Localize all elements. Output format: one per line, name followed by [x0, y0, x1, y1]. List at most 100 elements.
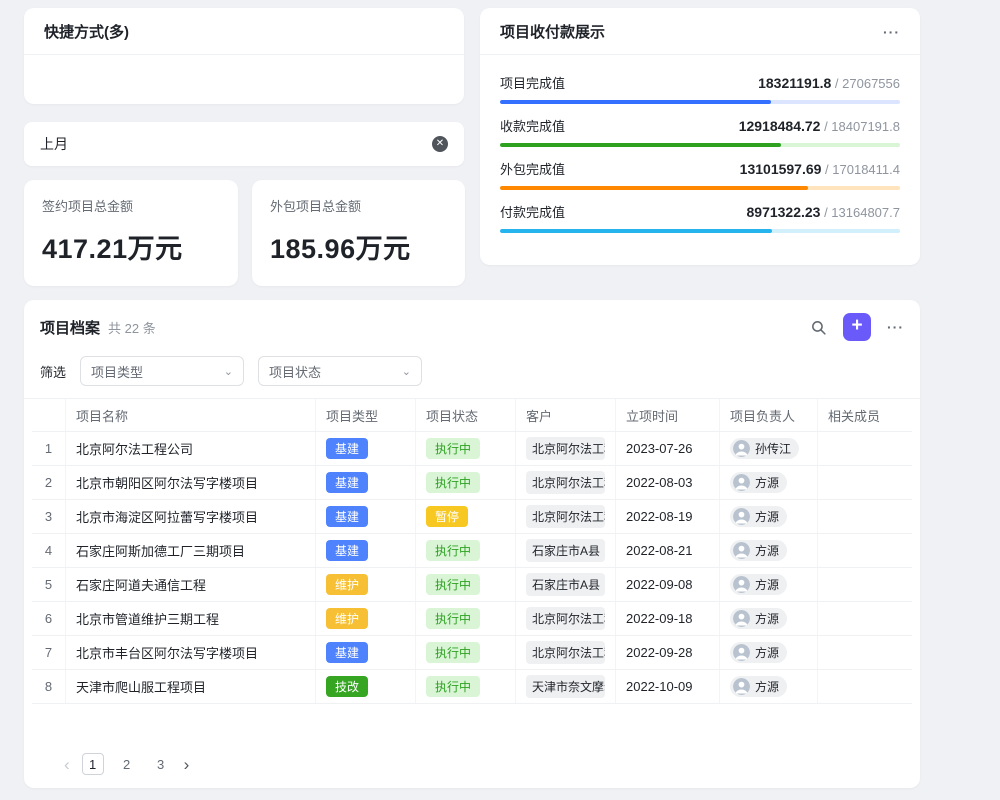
- page-number-3[interactable]: 3: [150, 753, 172, 775]
- cell-project-status[interactable]: 暂停: [416, 500, 516, 533]
- customer-tag: 北京阿尔法工程公司: [526, 471, 605, 494]
- cell-start-date[interactable]: 2023-07-26: [616, 432, 720, 465]
- cell-members[interactable]: [818, 670, 916, 703]
- progress-track: [500, 100, 900, 104]
- more-menu-icon[interactable]: ···: [887, 319, 904, 335]
- month-filter-bar[interactable]: 上月 ✕: [24, 122, 464, 166]
- cell-members[interactable]: [818, 636, 916, 669]
- table-row[interactable]: 3 北京市海淀区阿拉蕾写字楼项目 基建 暂停 北京阿尔法工程公司 2022-08…: [32, 500, 912, 534]
- cell-project-type[interactable]: 基建: [316, 500, 416, 533]
- payment-value: 18321191.8: [758, 75, 831, 91]
- cell-customer[interactable]: 北京阿尔法工程公司: [516, 466, 616, 499]
- cell-project-status[interactable]: 执行中: [416, 432, 516, 465]
- cell-customer[interactable]: 石家庄市A县: [516, 568, 616, 601]
- table-row[interactable]: 1 北京阿尔法工程公司 基建 执行中 北京阿尔法工程公司 2023-07-26 …: [32, 432, 912, 466]
- cell-project-name[interactable]: 石家庄阿道夫通信工程: [66, 568, 316, 601]
- more-menu-icon[interactable]: ···: [883, 24, 900, 40]
- payment-row: 付款完成值 8971322.23 / 13164807.7: [500, 202, 900, 233]
- cell-project-name[interactable]: 石家庄阿斯加德工厂三期项目: [66, 534, 316, 567]
- table-row[interactable]: 4 石家庄阿斯加德工厂三期项目 基建 执行中 石家庄市A县 2022-08-21…: [32, 534, 912, 568]
- cell-start-date[interactable]: 2022-08-19: [616, 500, 720, 533]
- table-row[interactable]: 2 北京市朝阳区阿尔法写字楼项目 基建 执行中 北京阿尔法工程公司 2022-0…: [32, 466, 912, 500]
- cell-customer[interactable]: 北京阿尔法工程公司: [516, 636, 616, 669]
- page-number-2[interactable]: 2: [116, 753, 138, 775]
- cell-start-date[interactable]: 2022-09-08: [616, 568, 720, 601]
- cell-leader[interactable]: 方源: [720, 534, 818, 567]
- cell-start-date[interactable]: 2022-09-28: [616, 636, 720, 669]
- next-page-icon[interactable]: ›: [184, 756, 190, 773]
- cell-members[interactable]: [818, 432, 916, 465]
- cell-start-date[interactable]: 2022-10-09: [616, 670, 720, 703]
- payment-label: 收款完成值: [500, 116, 565, 135]
- payment-value: 8971322.23: [747, 204, 821, 220]
- search-icon[interactable]: [810, 319, 827, 336]
- cell-project-status[interactable]: 执行中: [416, 636, 516, 669]
- table-row[interactable]: 7 北京市丰台区阿尔法写字楼项目 基建 执行中 北京阿尔法工程公司 2022-0…: [32, 636, 912, 670]
- payment-total: / 17018411.4: [821, 162, 900, 177]
- leader-name: 方源: [755, 644, 779, 661]
- type-badge: 基建: [326, 506, 368, 527]
- prev-page-icon[interactable]: ‹: [64, 756, 70, 773]
- payment-values: 12918484.72 / 18407191.8: [739, 118, 900, 136]
- cell-leader[interactable]: 方源: [720, 500, 818, 533]
- table-card-title: 项目档案: [40, 317, 100, 338]
- cell-project-name[interactable]: 北京阿尔法工程公司: [66, 432, 316, 465]
- cell-project-name[interactable]: 北京市丰台区阿尔法写字楼项目: [66, 636, 316, 669]
- cell-members[interactable]: [818, 534, 916, 567]
- cell-start-date[interactable]: 2022-08-21: [616, 534, 720, 567]
- cell-project-name[interactable]: 北京市海淀区阿拉蕾写字楼项目: [66, 500, 316, 533]
- cell-members[interactable]: [818, 500, 916, 533]
- cell-leader[interactable]: 方源: [720, 602, 818, 635]
- cell-customer[interactable]: 北京阿尔法工程公司: [516, 602, 616, 635]
- column-header: 项目负责人: [720, 399, 818, 431]
- cell-project-type[interactable]: 维护: [316, 568, 416, 601]
- cell-project-status[interactable]: 执行中: [416, 534, 516, 567]
- table-row[interactable]: 8 天津市爬山服工程项目 技改 执行中 天津市奈文摩尔 2022-10-09 方…: [32, 670, 912, 704]
- cell-leader[interactable]: 方源: [720, 466, 818, 499]
- cell-project-type[interactable]: 技改: [316, 670, 416, 703]
- page-number-1[interactable]: 1: [82, 753, 104, 775]
- row-index: 4: [32, 534, 66, 567]
- cell-project-name[interactable]: 天津市爬山服工程项目: [66, 670, 316, 703]
- cell-project-name[interactable]: 北京市朝阳区阿尔法写字楼项目: [66, 466, 316, 499]
- cell-members[interactable]: [818, 466, 916, 499]
- cell-customer[interactable]: 石家庄市A县: [516, 534, 616, 567]
- cell-start-date[interactable]: 2022-08-03: [616, 466, 720, 499]
- cell-project-status[interactable]: 执行中: [416, 466, 516, 499]
- payment-label: 项目完成值: [500, 73, 565, 92]
- cell-customer[interactable]: 天津市奈文摩尔: [516, 670, 616, 703]
- cell-customer[interactable]: 北京阿尔法工程公司: [516, 500, 616, 533]
- clear-filter-icon[interactable]: ✕: [432, 136, 448, 152]
- cell-project-status[interactable]: 执行中: [416, 602, 516, 635]
- stat-value: 417.21万元: [42, 227, 220, 266]
- table-body: 1 北京阿尔法工程公司 基建 执行中 北京阿尔法工程公司 2023-07-26 …: [32, 432, 912, 704]
- cell-members[interactable]: [818, 602, 916, 635]
- cell-project-type[interactable]: 基建: [316, 466, 416, 499]
- cell-project-status[interactable]: 执行中: [416, 670, 516, 703]
- cell-members[interactable]: [818, 568, 916, 601]
- row-index: 2: [32, 466, 66, 499]
- cell-start-date[interactable]: 2022-09-18: [616, 602, 720, 635]
- cell-project-status[interactable]: 执行中: [416, 568, 516, 601]
- add-record-button[interactable]: +: [843, 313, 871, 341]
- filter-dropdown-project-status[interactable]: 项目状态 ⌄: [258, 356, 422, 386]
- cell-project-type[interactable]: 基建: [316, 636, 416, 669]
- cell-customer[interactable]: 北京阿尔法工程公司: [516, 432, 616, 465]
- cell-project-name[interactable]: 北京市管道维护三期工程: [66, 602, 316, 635]
- table-row[interactable]: 5 石家庄阿道夫通信工程 维护 执行中 石家庄市A县 2022-09-08 方源: [32, 568, 912, 602]
- table-row[interactable]: 6 北京市管道维护三期工程 维护 执行中 北京阿尔法工程公司 2022-09-1…: [32, 602, 912, 636]
- cell-leader[interactable]: 方源: [720, 636, 818, 669]
- cell-leader[interactable]: 方源: [720, 670, 818, 703]
- filter-dropdown-project-type[interactable]: 项目类型 ⌄: [80, 356, 244, 386]
- cell-leader[interactable]: 孙传江: [720, 432, 818, 465]
- customer-tag: 北京阿尔法工程公司: [526, 437, 605, 460]
- cell-project-type[interactable]: 维护: [316, 602, 416, 635]
- leader-name: 孙传江: [755, 440, 791, 457]
- cell-project-type[interactable]: 基建: [316, 534, 416, 567]
- payment-total: / 18407191.8: [820, 119, 900, 134]
- payment-values: 8971322.23 / 13164807.7: [747, 204, 901, 222]
- progress-fill: [500, 229, 772, 233]
- payment-total: / 27067556: [831, 76, 900, 91]
- cell-project-type[interactable]: 基建: [316, 432, 416, 465]
- cell-leader[interactable]: 方源: [720, 568, 818, 601]
